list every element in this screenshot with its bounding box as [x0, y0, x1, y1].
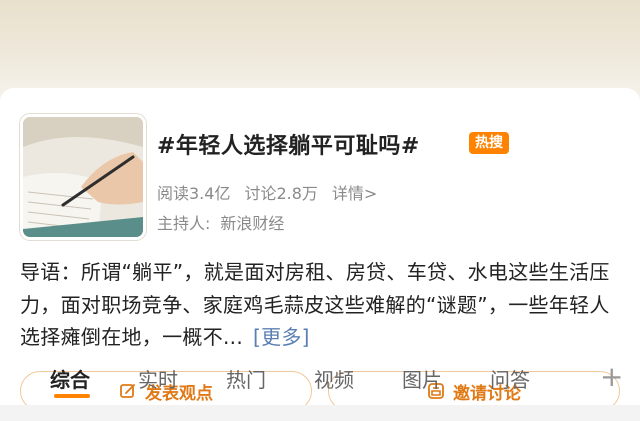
discussion-count: 讨论2.8万	[244, 184, 318, 203]
bottom-divider	[0, 405, 640, 421]
topic-title: #年轻人选择躺平可耻吗#	[157, 134, 420, 159]
hot-badge: 热搜	[469, 132, 509, 154]
tab-comprehensive[interactable]: 综合	[50, 364, 90, 393]
read-count: 阅读3.4亿	[157, 184, 231, 203]
host-label: 主持人:	[157, 214, 211, 233]
notebook-writing-image	[23, 117, 143, 237]
tab-realtime[interactable]: 实时	[138, 364, 178, 393]
tab-video[interactable]: 视频	[314, 364, 354, 393]
intro-text: 导语：所谓“躺平”，就是面对房租、房贷、车贷、水电这些生活压力，面对职场竞争、家…	[20, 260, 610, 349]
add-tab-icon[interactable]: +	[600, 360, 623, 393]
tab-hot[interactable]: 热门	[226, 364, 266, 393]
topic-thumbnail	[20, 114, 146, 240]
topic-host: 主持人: 新浪财经	[157, 210, 284, 234]
intro-paragraph: 导语：所谓“躺平”，就是面对房租、房贷、车贷、水电这些生活压力，面对职场竞争、家…	[20, 256, 626, 354]
topic-stats: 阅读3.4亿 讨论2.8万 详情>	[157, 180, 377, 204]
more-link[interactable]: [更多]	[253, 325, 310, 349]
filter-tabs: 综合 实时 热门 视频 图片 问答	[0, 352, 640, 402]
tab-qa[interactable]: 问答	[490, 364, 530, 393]
active-tab-indicator	[54, 394, 90, 398]
tab-images[interactable]: 图片	[402, 364, 442, 393]
host-name[interactable]: 新浪财经	[220, 210, 284, 234]
detail-link[interactable]: 详情>	[332, 180, 377, 204]
